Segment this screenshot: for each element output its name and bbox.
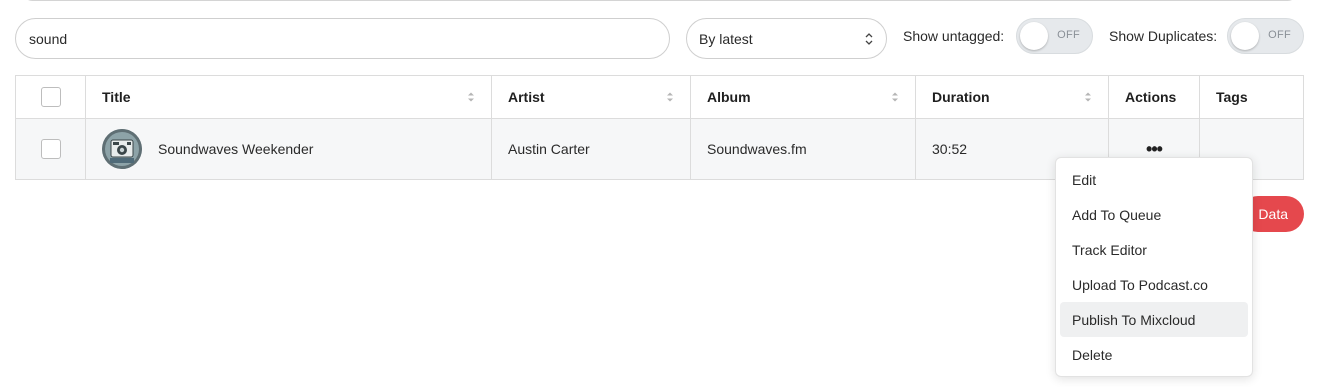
row-select-cell — [16, 119, 86, 179]
menu-item-track-editor[interactable]: Track Editor — [1060, 232, 1248, 267]
track-album: Soundwaves.fm — [707, 141, 807, 157]
column-header-album[interactable]: Album — [691, 76, 916, 118]
menu-item-add-to-queue[interactable]: Add To Queue — [1060, 197, 1248, 232]
data-button-label: Data — [1258, 206, 1288, 222]
track-title: Soundwaves Weekender — [158, 141, 314, 157]
menu-item-upload-to-podcast[interactable]: Upload To Podcast.co — [1060, 267, 1248, 302]
menu-item-publish-to-mixcloud[interactable]: Publish To Mixcloud — [1060, 302, 1248, 337]
search-input[interactable]: sound — [15, 18, 670, 59]
toggle-state: OFF — [1268, 29, 1291, 41]
top-partial-field — [22, 0, 1298, 1]
sort-icon — [1085, 92, 1091, 102]
table-header-row: Title Artist Album Duration Actions Tags — [16, 76, 1303, 119]
sort-icon — [667, 92, 673, 102]
album-cell: Soundwaves.fm — [691, 119, 916, 179]
toggle-knob — [1020, 22, 1048, 50]
column-header-tags: Tags — [1200, 76, 1303, 118]
column-header-label: Tags — [1216, 89, 1248, 105]
select-all-cell — [16, 76, 86, 118]
show-duplicates-label: Show Duplicates: — [1109, 28, 1218, 44]
menu-item-delete[interactable]: Delete — [1060, 337, 1248, 372]
show-untagged-label: Show untagged: — [903, 28, 1005, 44]
show-duplicates-toggle[interactable]: OFF — [1227, 18, 1304, 54]
track-artist: Austin Carter — [508, 141, 590, 157]
actions-dropdown-menu: Edit Add To Queue Track Editor Upload To… — [1055, 157, 1253, 377]
search-input-value: sound — [29, 30, 68, 47]
column-header-title[interactable]: Title — [86, 76, 492, 118]
artist-cell: Austin Carter — [492, 119, 691, 179]
toggle-state: OFF — [1057, 29, 1080, 41]
show-untagged-toggle[interactable]: OFF — [1016, 18, 1093, 54]
title-cell: Soundwaves Weekender — [86, 119, 492, 179]
select-all-checkbox[interactable] — [40, 87, 61, 107]
sort-select-value: By latest — [699, 30, 753, 47]
sort-icon — [892, 92, 898, 102]
column-header-label: Duration — [932, 89, 990, 105]
column-header-label: Title — [102, 89, 131, 105]
track-artwork — [102, 129, 142, 169]
chevron-up-down-icon — [865, 32, 873, 45]
toggle-knob — [1231, 22, 1259, 50]
column-header-actions: Actions — [1109, 76, 1200, 118]
menu-item-edit[interactable]: Edit — [1060, 162, 1248, 197]
column-header-artist[interactable]: Artist — [492, 76, 691, 118]
sort-select[interactable]: By latest — [686, 18, 887, 59]
column-header-label: Actions — [1125, 89, 1177, 105]
sort-icon — [468, 92, 474, 102]
column-header-label: Album — [707, 89, 751, 105]
column-header-label: Artist — [508, 89, 545, 105]
ellipsis-icon[interactable]: ••• — [1146, 140, 1163, 158]
row-checkbox[interactable] — [40, 139, 61, 159]
column-header-duration[interactable]: Duration — [916, 76, 1109, 118]
track-duration: 30:52 — [932, 141, 968, 157]
